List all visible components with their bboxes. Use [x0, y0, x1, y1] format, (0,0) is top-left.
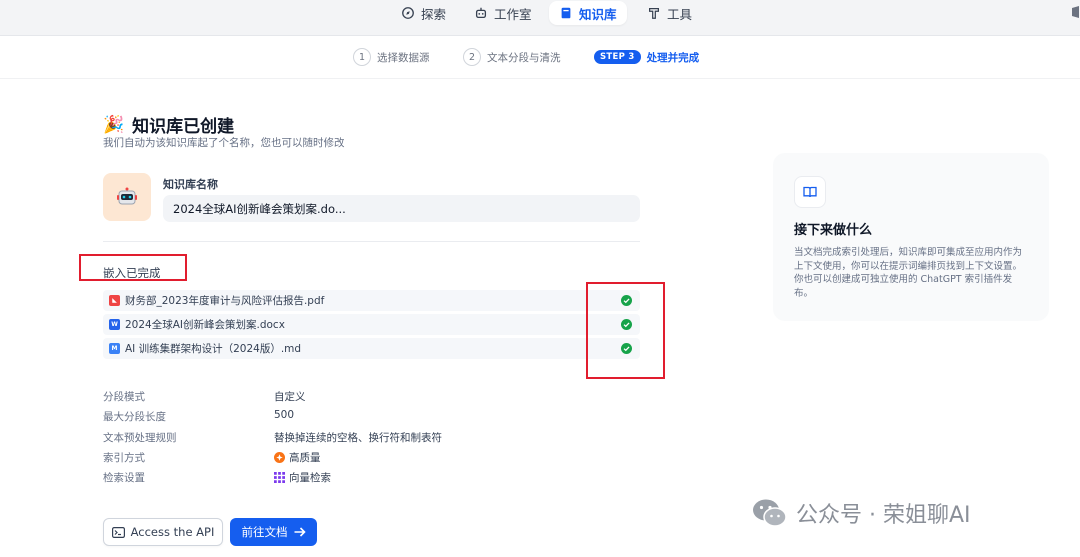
- arrow-right-icon: [294, 527, 306, 537]
- vector-grid-icon: [274, 472, 285, 483]
- step-3: STEP 3 处理并完成: [594, 48, 699, 66]
- go-to-docs-label: 前往文档: [241, 525, 288, 539]
- setting-key: 分段模式: [103, 391, 145, 403]
- md-file-icon: M: [109, 343, 120, 354]
- robot-avatar-icon: [117, 187, 137, 205]
- page-subtitle: 我们自动为该知识库起了个名称，您也可以随时修改: [103, 137, 345, 149]
- nav-explore-label: 探索: [421, 6, 447, 22]
- setting-value: 替换掉连续的空格、换行符和制表符: [274, 430, 442, 445]
- access-api-label: Access the API: [130, 525, 215, 539]
- setting-value: 向量检索: [274, 470, 331, 485]
- docx-file-icon: W: [109, 319, 120, 330]
- page-title-text: 知识库已创建: [132, 117, 235, 137]
- nav-studio-label: 工作室: [494, 6, 532, 22]
- hammer-icon: [649, 8, 659, 19]
- file-name: 2024全球AI创新峰会策划案.docx: [125, 319, 285, 331]
- step-3-pill: STEP 3: [594, 50, 641, 64]
- setting-value: 高质量: [274, 450, 321, 465]
- quality-icon: [274, 452, 285, 463]
- pdf-file-icon: ◣: [109, 295, 120, 306]
- file-name: AI 训练集群架构设计（2024版）.md: [125, 343, 302, 355]
- step-2: 2 文本分段与清洗: [463, 48, 561, 66]
- nav-tools-label: 工具: [667, 6, 693, 22]
- access-api-button[interactable]: Access the API: [103, 518, 223, 546]
- setting-value-text: 替换掉连续的空格、换行符和制表符: [274, 432, 442, 444]
- nav-knowledge[interactable]: 知识库: [549, 1, 627, 25]
- setting-value: 500: [274, 409, 294, 421]
- setting-value-text: 自定义: [274, 391, 306, 403]
- divider: [103, 241, 640, 242]
- terminal-icon: [111, 526, 125, 538]
- file-row: W 2024全球AI创新峰会策划案.docx: [103, 314, 640, 335]
- setting-key: 文本预处理规则: [103, 432, 177, 444]
- annotation-box-title: [79, 254, 187, 281]
- setting-value-text: 高质量: [289, 452, 321, 464]
- step-indicator: 1 选择数据源 2 文本分段与清洗 STEP 3 处理并完成: [0, 37, 1080, 79]
- annotation-box-checks: [586, 282, 665, 379]
- setting-key: 最大分段长度: [103, 411, 166, 423]
- file-row: M AI 训练集群架构设计（2024版）.md: [103, 338, 640, 359]
- step-3-label: 处理并完成: [646, 51, 700, 64]
- box-icon[interactable]: [1070, 6, 1080, 18]
- step-2-number: 2: [463, 48, 481, 66]
- nav-knowledge-label: 知识库: [579, 6, 617, 22]
- file-name: 财务部_2023年度审计与风险评估报告.pdf: [125, 295, 325, 307]
- file-row: ◣ 财务部_2023年度审计与风险评估报告.pdf: [103, 290, 640, 311]
- step-2-label: 文本分段与清洗: [487, 51, 561, 64]
- watermark-text: 公众号 · 荣姐聊AI: [796, 503, 971, 528]
- nav-studio[interactable]: 工作室: [464, 1, 542, 25]
- watermark: 公众号 · 荣姐聊AI: [752, 497, 971, 529]
- compass-icon: [402, 7, 414, 19]
- top-nav-bar: 探索 工作室 知识库 工具: [0, 0, 1080, 36]
- setting-value-text: 500: [274, 409, 295, 421]
- book-icon: [561, 7, 571, 19]
- setting-key: 检索设置: [103, 472, 145, 484]
- kb-name-label: 知识库名称: [163, 178, 218, 191]
- next-steps-title: 接下来做什么: [794, 223, 873, 238]
- go-to-docs-button[interactable]: 前往文档: [230, 518, 317, 546]
- party-emoji-icon: 🎉: [103, 114, 125, 135]
- book-open-icon: [794, 176, 826, 208]
- nav-tools[interactable]: 工具: [637, 1, 702, 25]
- step-1-number: 1: [353, 48, 371, 66]
- step-1-label: 选择数据源: [377, 51, 430, 64]
- kb-avatar[interactable]: [103, 173, 151, 221]
- nav-explore[interactable]: 探索: [391, 1, 456, 25]
- wechat-icon: [753, 499, 787, 527]
- next-steps-panel: 接下来做什么 当文档完成索引处理后，知识库即可集成至应用内作为上下文使用，你可以…: [773, 153, 1049, 321]
- setting-value: 自定义: [274, 389, 306, 404]
- kb-name-input[interactable]: 2024全球AI创新峰会策划案.do...: [163, 195, 640, 222]
- robot-icon: [475, 7, 487, 19]
- setting-value-text: 向量检索: [289, 472, 331, 484]
- next-steps-description: 当文档完成索引处理后，知识库即可集成至应用内作为上下文使用，你可以在提示词编排页…: [794, 247, 1023, 299]
- step-1: 1 选择数据源: [353, 48, 430, 66]
- setting-key: 索引方式: [103, 452, 145, 464]
- page-title: 🎉 知识库已创建: [103, 112, 235, 138]
